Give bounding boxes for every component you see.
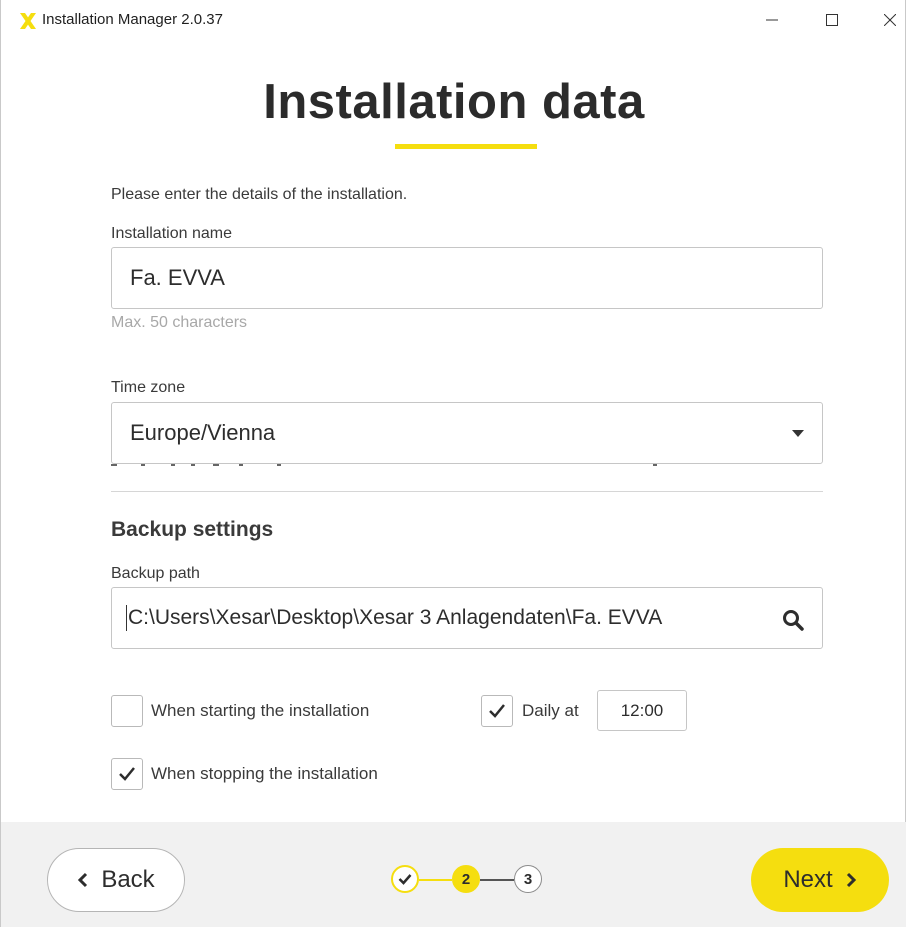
back-button-label: Back (101, 866, 155, 893)
backup-path-label: Backup path (111, 565, 200, 582)
time-zone-label: Time zone (111, 379, 186, 396)
step-3-indicator: 3 (514, 865, 542, 893)
backup-on-stop-label: When stopping the installation (151, 764, 378, 783)
step-2-indicator: 2 (452, 865, 480, 893)
page-title: Installation data (263, 75, 645, 129)
close-icon (884, 14, 896, 26)
checkmark-icon (398, 874, 412, 885)
next-button-label: Next (783, 866, 833, 893)
time-zone-value: Europe/Vienna (130, 420, 276, 445)
chevron-right-icon (846, 872, 856, 888)
installation-name-value: Fa. EVVA (130, 265, 225, 290)
close-button[interactable] (867, 0, 906, 40)
backup-daily-checkbox[interactable] (481, 695, 513, 727)
installation-name-hint: Max. 50 characters (111, 314, 248, 331)
checkmark-icon (119, 767, 135, 781)
app-logo-icon (20, 13, 36, 29)
time-zone-select[interactable]: Europe/Vienna (111, 402, 823, 464)
backup-daily-label: Daily at (522, 701, 579, 720)
backup-path-input[interactable]: C:\Users\Xesar\Desktop\Xesar 3 Anlagenda… (111, 587, 823, 649)
dropdown-arrow-icon (792, 430, 804, 437)
checkmark-icon (489, 704, 505, 718)
step-connector (480, 879, 514, 881)
backup-daily-time-value: 12:00 (620, 700, 664, 720)
backup-on-start-label: When starting the installation (151, 701, 370, 720)
backup-on-stop-checkbox[interactable] (111, 758, 143, 790)
title-bar: Installation Manager 2.0.37 (1, 0, 905, 40)
step-1-indicator (391, 865, 419, 893)
maximize-icon (826, 14, 838, 26)
next-button[interactable]: Next (751, 848, 889, 912)
scroll-artifact (111, 464, 657, 466)
minimize-icon (766, 19, 778, 21)
section-divider (111, 491, 823, 492)
maximize-button[interactable] (809, 0, 855, 40)
back-button[interactable]: Back (47, 848, 185, 912)
window-title: Installation Manager 2.0.37 (42, 11, 223, 28)
installation-manager-window: Installation Manager 2.0.37 Installation… (0, 0, 906, 927)
installation-name-label: Installation name (111, 225, 232, 242)
backup-settings-heading: Backup settings (111, 518, 274, 541)
minimize-button[interactable] (749, 0, 795, 40)
title-underline (395, 144, 537, 149)
backup-daily-time-input[interactable]: 12:00 (597, 690, 687, 731)
backup-on-start-checkbox[interactable] (111, 695, 143, 727)
backup-path-value: C:\Users\Xesar\Desktop\Xesar 3 Anlagenda… (128, 606, 663, 629)
search-icon[interactable] (782, 609, 804, 631)
intro-text: Please enter the details of the installa… (111, 186, 408, 203)
step-connector (419, 879, 452, 881)
installation-name-input[interactable]: Fa. EVVA (111, 247, 823, 309)
chevron-left-icon (78, 872, 88, 888)
text-cursor (126, 605, 127, 631)
